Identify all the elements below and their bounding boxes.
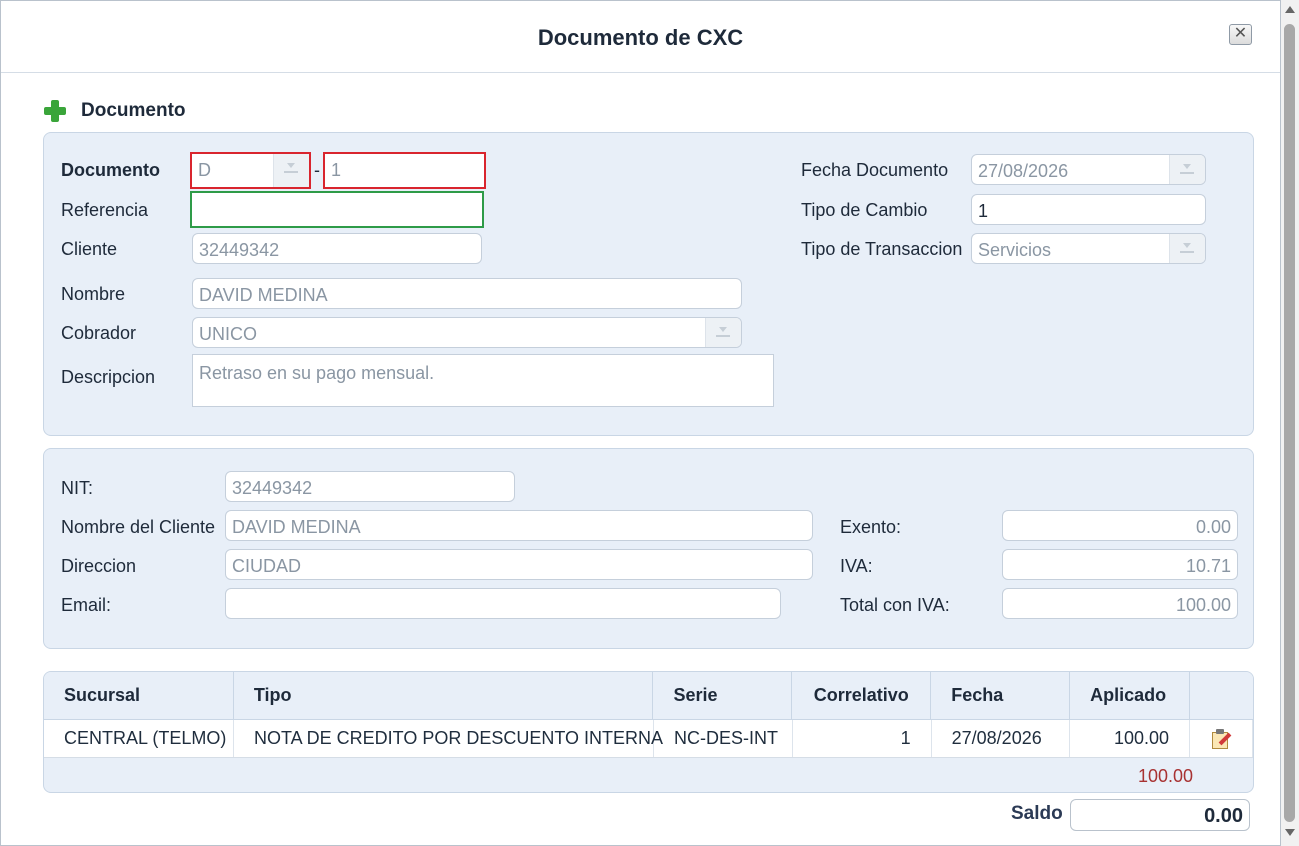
cell-fecha: 27/08/2026 [932,720,1071,757]
saldo-label: Saldo [1011,803,1063,824]
chevron-down-icon[interactable] [1169,234,1205,263]
cliente-label: Cliente [61,239,118,259]
fecha-value: 27/08/2026 [978,161,1069,181]
dialog-header: Documento de CXC ✕ [1,1,1280,73]
exento-label: Exento: [840,517,902,537]
cell-tipo: NOTA DE CREDITO POR DESCUENTO INTERNA [234,720,663,757]
billing-panel: NIT: 32449342 Nombre del Cliente DAVID M… [43,448,1254,649]
nombre-field[interactable]: DAVID MEDINA [192,278,742,309]
tipo-transaccion-label: Tipo de Transaccion [801,239,963,259]
table-header: Sucursal Tipo Serie Correlativo Fecha Ap… [44,672,1253,720]
cell-sucursal: CENTRAL (TELMO) [44,720,234,757]
iva-label: IVA: [840,556,873,576]
dialog-title: Documento de CXC [537,25,744,50]
email-input[interactable] [225,588,781,619]
email-label: Email: [61,595,112,615]
cobrador-label: Cobrador [61,323,137,343]
section-header: Documento [43,99,186,123]
cell-actions [1190,720,1253,757]
chevron-down-icon[interactable] [705,318,741,347]
tipo-cambio-label: Tipo de Cambio [801,200,928,220]
close-icon[interactable]: ✕ [1229,24,1252,45]
cobrador-value: UNICO [199,324,257,344]
fecha-label: Fecha Documento [801,160,949,180]
col-serie[interactable]: Serie [653,672,793,719]
document-dialog: Documento de CXC ✕ Documento Documento D… [0,0,1281,846]
exento-field[interactable]: 0.00 [1002,510,1238,541]
descripcion-label: Descripcion [61,367,156,387]
numero-field[interactable]: 1 [323,152,486,189]
cliente-field[interactable]: 32449342 [192,233,482,264]
plus-icon[interactable] [43,99,67,123]
cobrador-dropdown[interactable]: UNICO [192,317,742,348]
serie-separator: - [314,160,320,180]
scroll-thumb[interactable] [1284,24,1295,822]
col-tipo[interactable]: Tipo [234,672,654,719]
total-label: Total con IVA: [840,595,950,615]
referencia-label: Referencia [61,200,149,220]
documento-label: Documento [61,160,160,180]
direccion-field[interactable]: CIUDAD [225,549,813,580]
vertical-scrollbar[interactable] [1281,0,1299,846]
chevron-down-icon[interactable] [273,154,309,187]
tipo-transaccion-dropdown[interactable]: Servicios [971,233,1206,264]
direccion-label: Direccion [61,556,137,576]
edit-icon[interactable] [1210,728,1232,750]
iva-field[interactable]: 10.71 [1002,549,1238,580]
col-fecha[interactable]: Fecha [931,672,1071,719]
cell-aplicado: 100.00 [1070,720,1190,757]
saldo-field[interactable]: 0.00 [1070,799,1250,831]
nombre-cliente-field[interactable]: DAVID MEDINA [225,510,813,541]
calendar-icon[interactable] [1169,155,1205,184]
nit-label: NIT: [61,478,94,498]
col-aplicado[interactable]: Aplicado [1070,672,1191,719]
section-title: Documento [81,100,186,121]
col-sucursal[interactable]: Sucursal [44,672,234,719]
tipo-transaccion-value: Servicios [978,240,1052,260]
col-correlativo[interactable]: Correlativo [792,672,932,719]
table-row[interactable]: CENTRAL (TELMO) NOTA DE CREDITO POR DESC… [44,720,1253,758]
document-panel: Documento D - 1 Referencia Cliente 32449… [43,132,1254,436]
descripcion-textarea[interactable]: Retraso en su pago mensual. [192,354,774,407]
cell-correlativo: 1 [793,720,932,757]
nombre-cliente-label: Nombre del Cliente [61,517,216,537]
serie-value: D [198,160,211,180]
scroll-down-icon[interactable] [1285,829,1295,836]
fecha-picker[interactable]: 27/08/2026 [971,154,1206,185]
col-actions [1190,672,1253,719]
nit-field[interactable]: 32449342 [225,471,515,502]
total-field[interactable]: 100.00 [1002,588,1238,619]
nombre-label: Nombre [61,284,126,304]
cell-serie: NC-DES-INT [654,720,793,757]
applications-table: Sucursal Tipo Serie Correlativo Fecha Ap… [43,671,1254,793]
tipo-cambio-input[interactable]: 1 [971,194,1206,225]
referencia-input[interactable] [190,191,484,228]
scroll-up-icon[interactable] [1285,6,1295,13]
serie-dropdown[interactable]: D [190,152,311,189]
total-aplicado: 100.00 [1137,766,1193,786]
